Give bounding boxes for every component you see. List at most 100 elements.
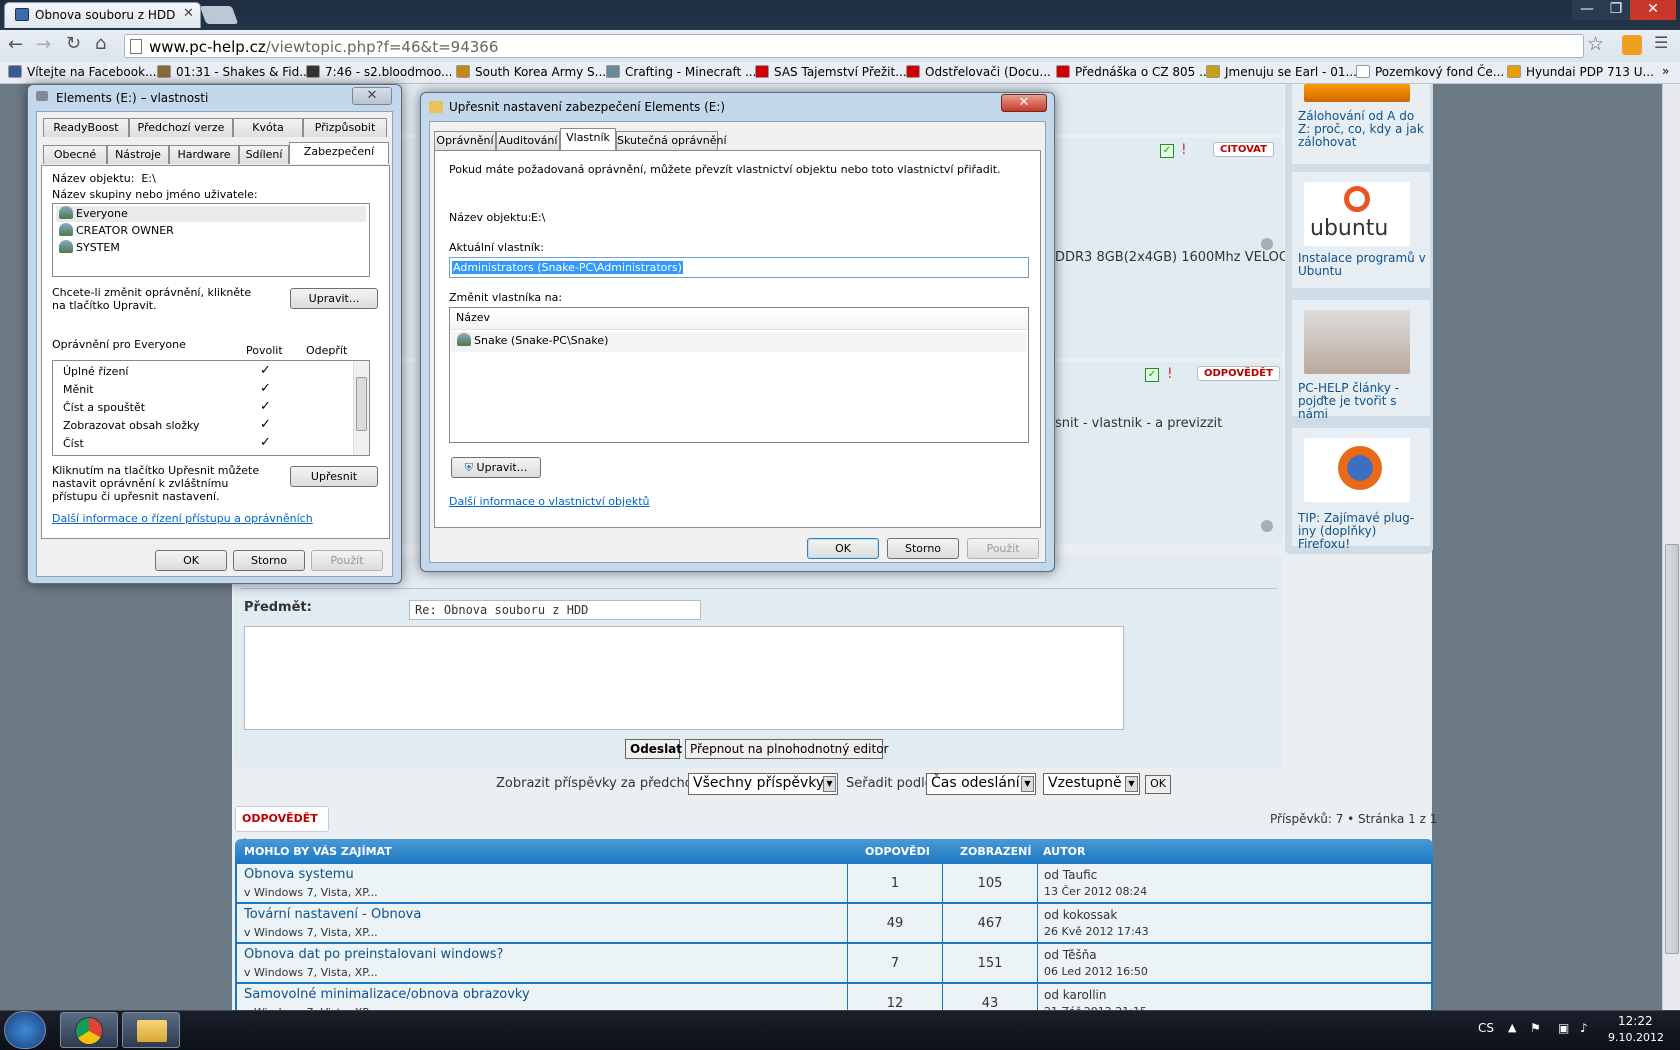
sidebar-link[interactable]: TIP: Zajímavé plug-iny (doplňky) Firefox… bbox=[1298, 512, 1426, 551]
ok-button[interactable]: OK bbox=[807, 538, 879, 559]
advanced-button[interactable]: Upřesnit bbox=[290, 466, 378, 487]
message-textarea[interactable] bbox=[244, 626, 1124, 730]
bookmark-item[interactable]: Jmenuju se Earl - 01... bbox=[1206, 65, 1357, 79]
tab-props[interactable]: Předchozí verze bbox=[129, 118, 233, 137]
sidebar-item-ubuntu[interactable]: ubuntu Instalace programů v Ubuntu bbox=[1292, 172, 1430, 288]
list-item[interactable]: Snake (Snake-PC\Snake) bbox=[451, 332, 1027, 352]
table-row[interactable]: Obnova systemu v Windows 7, Vista, XP... 1… bbox=[235, 863, 1433, 903]
start-button[interactable] bbox=[4, 1011, 46, 1049]
tab-props[interactable]: Sdílení bbox=[239, 145, 289, 164]
bookmark-item[interactable]: Přednáška o CZ 805 ... bbox=[1056, 65, 1211, 79]
author-name[interactable]: od Taufic bbox=[1044, 868, 1097, 882]
check-icon[interactable]: ✓ bbox=[1145, 368, 1159, 382]
back-icon[interactable]: ← bbox=[8, 34, 23, 55]
reload-icon[interactable]: ↻ bbox=[66, 33, 81, 54]
more-info-link[interactable]: Další informace o vlastnictví objektů bbox=[449, 495, 650, 508]
bookmarks-overflow[interactable]: » bbox=[1662, 64, 1669, 78]
topic-link[interactable]: Tovární nastavení - Obnova bbox=[244, 907, 421, 922]
close-window-button[interactable]: ✕ bbox=[1630, 0, 1676, 20]
warning-icon[interactable]: ! bbox=[1167, 366, 1173, 382]
warning-icon[interactable]: ! bbox=[1181, 142, 1187, 158]
sidebar-link[interactable]: PC-HELP články - pojďte je tvořit s námi bbox=[1298, 382, 1426, 421]
tab-active[interactable]: Obnova souboru z HDD ✕ bbox=[4, 2, 201, 28]
forward-icon[interactable]: → bbox=[36, 34, 51, 55]
topic-forum[interactable]: v Windows 7, Vista, XP... bbox=[244, 886, 378, 899]
quote-button[interactable]: CITOVAT bbox=[1213, 142, 1274, 157]
home-icon[interactable]: ⌂ bbox=[95, 33, 106, 54]
author-name[interactable]: od Těšňa bbox=[1044, 948, 1097, 962]
explorer-taskbar-button[interactable] bbox=[122, 1012, 180, 1048]
bookmark-item[interactable]: Crafting - Minecraft ... bbox=[606, 65, 756, 79]
bookmark-item[interactable]: Vítejte na Facebook... bbox=[8, 65, 156, 79]
reply-post-button[interactable]: ODPOVĚDĚT bbox=[1197, 366, 1280, 381]
tab-props[interactable]: Hardware bbox=[169, 145, 239, 164]
apply-button[interactable]: Použít bbox=[967, 538, 1039, 559]
language-indicator[interactable]: CS bbox=[1478, 1021, 1494, 1035]
group-item[interactable]: Everyone bbox=[56, 206, 366, 222]
group-listbox[interactable]: Everyone CREATOR OWNER SYSTEM bbox=[52, 203, 370, 277]
clock-time[interactable]: 12:22 bbox=[1618, 1014, 1653, 1028]
subject-input[interactable]: Re: Obnova souboru z HDD bbox=[409, 600, 701, 620]
edit-permissions-button[interactable]: Upravit... bbox=[290, 288, 378, 309]
close-icon[interactable]: ✕ bbox=[352, 87, 392, 105]
tab-props[interactable]: Kvóta bbox=[233, 118, 303, 137]
new-tab-button[interactable] bbox=[199, 6, 239, 24]
reply-button[interactable]: ODPOVĚDĚT ✎ bbox=[235, 806, 329, 849]
table-row[interactable]: Tovární nastavení - Obnova v Windows 7, V… bbox=[235, 903, 1433, 943]
close-icon[interactable]: ✕ bbox=[1001, 94, 1047, 112]
current-owner-field[interactable]: Administrators (Snake-PC\Administrators) bbox=[449, 257, 1029, 278]
ok-button[interactable]: OK bbox=[155, 550, 227, 571]
show-posts-select[interactable]: Všechny příspěvky ▼ bbox=[688, 773, 838, 795]
flag-icon[interactable]: ⚑ bbox=[1530, 1021, 1541, 1035]
check-icon[interactable]: ✓ bbox=[1160, 144, 1174, 158]
bookmark-item[interactable]: Hyundai PDP 713 U... bbox=[1507, 65, 1654, 79]
topic-link[interactable]: Obnova systemu bbox=[244, 867, 354, 882]
tab-props[interactable]: ReadyBoost bbox=[43, 118, 129, 137]
permissions-scrollbar[interactable] bbox=[353, 361, 369, 455]
scrollbar-thumb[interactable] bbox=[1665, 544, 1679, 954]
sidebar-link[interactable]: Instalace programů v Ubuntu bbox=[1298, 252, 1426, 278]
sidebar-item-firefox[interactable]: TIP: Zajímavé plug-iny (doplňky) Firefox… bbox=[1292, 428, 1430, 551]
group-item[interactable]: SYSTEM bbox=[56, 240, 366, 256]
table-row[interactable]: Obnova dat po preinstalovani windows? v W… bbox=[235, 943, 1433, 983]
bookmark-item[interactable]: Odstřelovači (Docu... bbox=[906, 65, 1051, 79]
edit-owner-button[interactable]: ⛨ Upravit... bbox=[451, 457, 541, 478]
tray-arrow-icon[interactable]: ▲ bbox=[1508, 1021, 1516, 1034]
tab-advanced[interactable]: Oprávnění bbox=[434, 131, 496, 150]
more-info-link[interactable]: Další informace o řízení přístupu a oprá… bbox=[52, 512, 313, 525]
top-icon[interactable] bbox=[1261, 520, 1273, 532]
page-scrollbar[interactable] bbox=[1662, 84, 1680, 1010]
topic-link[interactable]: Samovolné minimalizace/obnova obrazovky bbox=[244, 987, 530, 1002]
topic-forum[interactable]: v Windows 7, Vista, XP... bbox=[244, 926, 378, 939]
clock-date[interactable]: 9.10.2012 bbox=[1608, 1031, 1664, 1044]
sidebar-link[interactable]: Zálohování od A do Z: proč, co, kdy a ja… bbox=[1298, 110, 1426, 149]
cancel-button[interactable]: Storno bbox=[887, 538, 959, 559]
bookmark-item[interactable]: SAS Tajemství Přežit... bbox=[755, 65, 907, 79]
tab-props[interactable]: Přizpůsobit bbox=[303, 118, 387, 137]
permissions-listbox[interactable]: Úplné řízení ✓ Měnit ✓ Číst a spouštět ✓ Zobra… bbox=[52, 360, 370, 456]
full-editor-button[interactable]: Přepnout na plnohodnotný editor bbox=[685, 739, 889, 759]
group-item[interactable]: CREATOR OWNER bbox=[56, 223, 366, 239]
bookmark-item[interactable]: South Korea Army S... bbox=[456, 65, 606, 79]
maximize-button[interactable]: ❐ bbox=[1602, 0, 1630, 20]
tab-props[interactable]: Nástroje bbox=[107, 145, 169, 164]
author-name[interactable]: od karollin bbox=[1044, 988, 1106, 1002]
bookmark-item[interactable]: 7:46 - s2.bloodmoo... bbox=[306, 65, 452, 79]
tab-advanced[interactable]: Auditování bbox=[496, 131, 560, 150]
scrollbar-thumb[interactable] bbox=[356, 377, 367, 431]
volume-icon[interactable]: ♪ bbox=[1580, 1021, 1588, 1035]
bookmark-item[interactable]: Pozemkový fond Če... bbox=[1356, 65, 1504, 79]
bookmark-star-icon[interactable]: ☆ bbox=[1587, 33, 1604, 55]
sort-select[interactable]: Čas odeslání ▼ bbox=[926, 773, 1036, 795]
cancel-button[interactable]: Storno bbox=[233, 550, 305, 571]
topic-forum[interactable]: v Windows 7, Vista, XP... bbox=[244, 966, 378, 979]
author-name[interactable]: od kokossak bbox=[1044, 908, 1117, 922]
send-button[interactable]: Odeslat bbox=[625, 739, 682, 759]
address-bar[interactable]: www.pc-help.cz/viewtopic.php?f=46&t=9436… bbox=[124, 34, 1584, 58]
network-icon[interactable]: ▣ bbox=[1558, 1021, 1569, 1035]
tab-close-icon[interactable]: ✕ bbox=[183, 6, 194, 21]
owner-listbox[interactable]: Název Snake (Snake-PC\Snake) bbox=[449, 307, 1029, 443]
topic-link[interactable]: Obnova dat po preinstalovani windows? bbox=[244, 947, 503, 962]
tab-props[interactable]: Zabezpečení bbox=[289, 142, 389, 164]
menu-icon[interactable]: ☰ bbox=[1654, 33, 1668, 52]
